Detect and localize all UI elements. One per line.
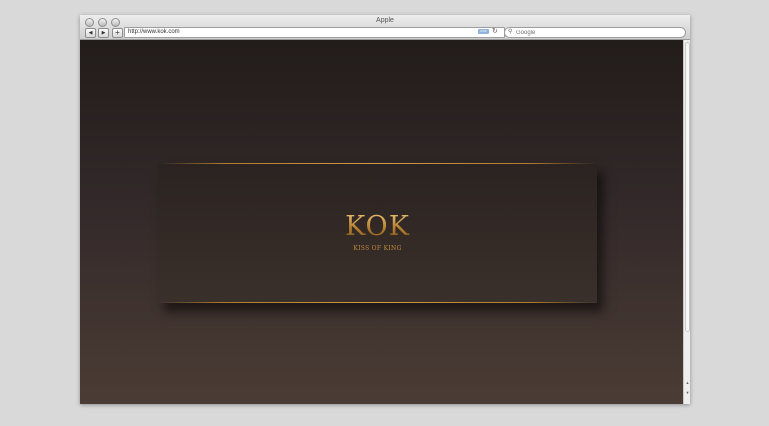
search-field[interactable]: ⚲ bbox=[504, 27, 686, 38]
browser-window: Apple ◀ ▶ + http://www.kok.com RSS ↻ ⚲ K… bbox=[80, 15, 690, 404]
panel-top-border bbox=[158, 163, 597, 164]
scroll-up-icon[interactable]: ▲ bbox=[685, 380, 690, 385]
back-button[interactable]: ◀ bbox=[85, 28, 96, 38]
scroll-down-icon[interactable]: ▼ bbox=[685, 390, 690, 395]
add-bookmark-button[interactable]: + bbox=[112, 28, 123, 38]
vertical-scrollbar[interactable]: ▲ ▼ bbox=[683, 40, 690, 404]
rss-icon[interactable]: RSS bbox=[478, 29, 489, 34]
logo-tagline: KISS OF KING bbox=[353, 245, 402, 252]
page-content: KOK KISS OF KING bbox=[80, 40, 683, 404]
magnifier-icon: ⚲ bbox=[508, 29, 513, 35]
window-title: Apple bbox=[376, 17, 394, 24]
search-input[interactable] bbox=[516, 28, 676, 37]
navigation-buttons: ◀ ▶ bbox=[85, 28, 109, 38]
splash-panel: KOK KISS OF KING bbox=[158, 163, 597, 303]
panel-bottom-border bbox=[158, 302, 597, 303]
title-bar: Apple ◀ ▶ + http://www.kok.com RSS ↻ ⚲ bbox=[80, 15, 690, 40]
kok-logo[interactable]: KOK bbox=[158, 211, 597, 242]
forward-button[interactable]: ▶ bbox=[98, 28, 109, 38]
reload-icon[interactable]: ↻ bbox=[492, 27, 498, 36]
address-bar[interactable]: http://www.kok.com bbox=[124, 27, 505, 38]
scrollbar-thumb[interactable] bbox=[685, 42, 690, 332]
